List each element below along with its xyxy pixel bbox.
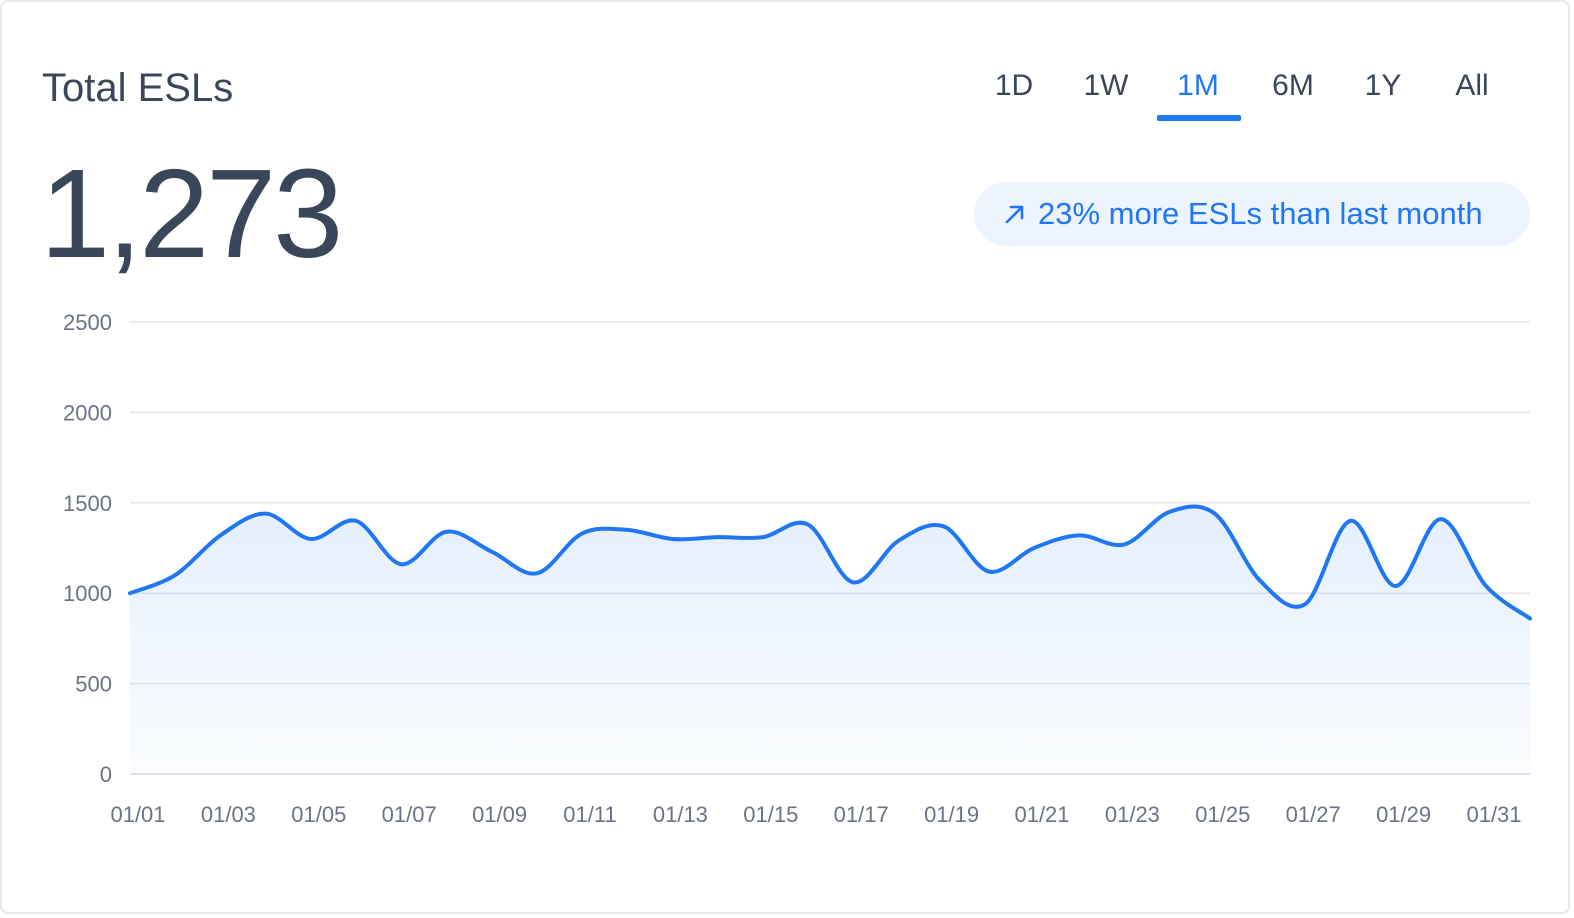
x-tick-label: 01/01 (110, 802, 165, 827)
x-tick-label: 01/31 (1466, 802, 1521, 827)
x-tick-label: 01/05 (291, 802, 346, 827)
y-tick-label: 1500 (63, 491, 112, 516)
x-tick-label: 01/11 (563, 802, 616, 827)
esl-line-chart: 05001000150020002500 01/01 01/03 01/05 01/0… (63, 310, 1532, 827)
x-tick-label: 01/17 (834, 802, 889, 827)
x-axis-ticks: 01/01 01/03 01/05 01/07 01/09 01/11 01/13 01/15… (110, 802, 1521, 827)
y-tick-label: 500 (75, 672, 112, 697)
x-tick-label: 01/19 (924, 802, 979, 827)
x-tick-label: 01/13 (653, 802, 708, 827)
area-fill (130, 506, 1530, 774)
y-tick-label: 2000 (63, 400, 112, 425)
x-tick-label: 01/21 (1014, 802, 1069, 827)
y-tick-label: 2500 (63, 310, 112, 335)
esl-summary-card: Total ESLs 1,273 1D 1W 1M 6M 1Y All 23% … (0, 0, 1570, 914)
y-tick-label: 1000 (63, 581, 112, 606)
x-tick-label: 01/25 (1195, 802, 1250, 827)
x-tick-label: 01/27 (1286, 802, 1341, 827)
x-tick-label: 01/23 (1105, 802, 1160, 827)
y-tick-label: 0 (100, 762, 112, 787)
y-axis-ticks: 0 500 1000 1500 2000 2500 (63, 310, 112, 787)
x-tick-label: 01/29 (1376, 802, 1431, 827)
x-tick-label: 01/09 (472, 802, 527, 827)
x-tick-label: 01/03 (201, 802, 256, 827)
x-tick-label: 01/15 (743, 802, 798, 827)
x-tick-label: 01/07 (382, 802, 437, 827)
